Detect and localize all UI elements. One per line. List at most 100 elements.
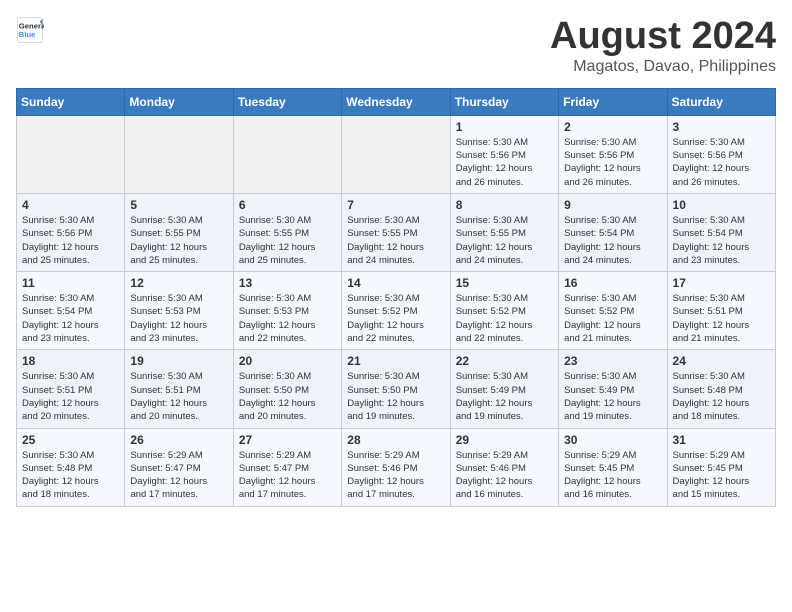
table-row: 12 Sunrise: 5:30 AM Sunset: 5:53 PM Dayli…	[125, 272, 233, 350]
day-number: 9	[564, 198, 661, 212]
day-info: Sunrise: 5:30 AM Sunset: 5:48 PM Dayligh…	[22, 449, 119, 502]
logo-icon: General Blue	[16, 16, 44, 44]
table-row: 25Sunrise: 5:30 AM Sunset: 5:48 PM Dayli…	[17, 428, 125, 506]
day-info: Sunrise: 5:30 AM Sunset: 5:48 PM Dayligh…	[673, 370, 770, 423]
day-number: 5	[130, 198, 227, 212]
title-block: August 2024 Magatos, Davao, Philippines	[550, 16, 776, 76]
page-header: General Blue August 2024 Magatos, Davao,…	[16, 16, 776, 76]
table-row: 22 Sunrise: 5:30 AM Sunset: 5:49 PM Dayli…	[450, 350, 558, 428]
table-row	[233, 115, 341, 193]
table-row: 2Sunrise: 5:30 AM Sunset: 5:56 PM Daylig…	[559, 115, 667, 193]
day-info: Sunrise: 5:30 AM Sunset: 5:53 PM Dayligh…	[130, 292, 227, 345]
day-number: 21	[347, 354, 444, 368]
day-info: Sunrise: 5:30 AM Sunset: 5:54 PM Dayligh…	[564, 214, 661, 267]
day-info: Sunrise: 5:30 AM Sunset: 5:51 PM Dayligh…	[130, 370, 227, 423]
day-info: Sunrise: 5:30 AM Sunset: 5:53 PM Dayligh…	[239, 292, 336, 345]
table-row: 28 Sunrise: 5:29 AM Sunset: 5:46 PM Dayli…	[342, 428, 450, 506]
logo: General Blue	[16, 16, 44, 44]
day-number: 24	[673, 354, 770, 368]
table-row	[17, 115, 125, 193]
day-info: Sunrise: 5:29 AM Sunset: 5:47 PM Dayligh…	[130, 449, 227, 502]
table-row: 29 Sunrise: 5:29 AM Sunset: 5:46 PM Dayli…	[450, 428, 558, 506]
table-row: 20Sunrise: 5:30 AM Sunset: 5:50 PM Dayli…	[233, 350, 341, 428]
svg-text:Blue: Blue	[19, 30, 36, 39]
day-info: Sunrise: 5:30 AM Sunset: 5:56 PM Dayligh…	[22, 214, 119, 267]
day-info: Sunrise: 5:30 AM Sunset: 5:54 PM Dayligh…	[673, 214, 770, 267]
day-number: 22	[456, 354, 553, 368]
table-row: 1Sunrise: 5:30 AM Sunset: 5:56 PM Daylig…	[450, 115, 558, 193]
header-sunday: Sunday	[17, 88, 125, 115]
day-number: 1	[456, 120, 553, 134]
calendar-title: August 2024	[550, 16, 776, 58]
day-info: Sunrise: 5:30 AM Sunset: 5:55 PM Dayligh…	[347, 214, 444, 267]
day-number: 2	[564, 120, 661, 134]
day-number: 8	[456, 198, 553, 212]
table-row: 26Sunrise: 5:29 AM Sunset: 5:47 PM Dayli…	[125, 428, 233, 506]
table-row	[342, 115, 450, 193]
table-row	[125, 115, 233, 193]
day-number: 30	[564, 433, 661, 447]
day-number: 16	[564, 276, 661, 290]
header-saturday: Saturday	[667, 88, 775, 115]
table-row: 14 Sunrise: 5:30 AM Sunset: 5:52 PM Dayli…	[342, 272, 450, 350]
day-info: Sunrise: 5:29 AM Sunset: 5:45 PM Dayligh…	[564, 449, 661, 502]
calendar-subtitle: Magatos, Davao, Philippines	[550, 58, 776, 76]
table-row: 18 Sunrise: 5:30 AM Sunset: 5:51 PM Dayli…	[17, 350, 125, 428]
day-number: 19	[130, 354, 227, 368]
table-row: 24 Sunrise: 5:30 AM Sunset: 5:48 PM Dayli…	[667, 350, 775, 428]
weekday-header-row: Sunday Monday Tuesday Wednesday Thursday…	[17, 88, 776, 115]
day-number: 12	[130, 276, 227, 290]
day-info: Sunrise: 5:30 AM Sunset: 5:49 PM Dayligh…	[564, 370, 661, 423]
table-row: 7 Sunrise: 5:30 AM Sunset: 5:55 PM Daylig…	[342, 193, 450, 271]
day-number: 7	[347, 198, 444, 212]
day-number: 11	[22, 276, 119, 290]
day-info: Sunrise: 5:30 AM Sunset: 5:50 PM Dayligh…	[239, 370, 336, 423]
header-monday: Monday	[125, 88, 233, 115]
week-row-4: 18 Sunrise: 5:30 AM Sunset: 5:51 PM Dayli…	[17, 350, 776, 428]
day-number: 13	[239, 276, 336, 290]
week-row-3: 11Sunrise: 5:30 AM Sunset: 5:54 PM Dayli…	[17, 272, 776, 350]
table-row: 19 Sunrise: 5:30 AM Sunset: 5:51 PM Dayli…	[125, 350, 233, 428]
day-number: 3	[673, 120, 770, 134]
day-info: Sunrise: 5:30 AM Sunset: 5:50 PM Dayligh…	[347, 370, 444, 423]
day-info: Sunrise: 5:30 AM Sunset: 5:55 PM Dayligh…	[456, 214, 553, 267]
table-row: 27 Sunrise: 5:29 AM Sunset: 5:47 PM Dayli…	[233, 428, 341, 506]
day-number: 17	[673, 276, 770, 290]
header-friday: Friday	[559, 88, 667, 115]
day-info: Sunrise: 5:29 AM Sunset: 5:46 PM Dayligh…	[347, 449, 444, 502]
day-info: Sunrise: 5:30 AM Sunset: 5:55 PM Dayligh…	[239, 214, 336, 267]
day-number: 14	[347, 276, 444, 290]
table-row: 11Sunrise: 5:30 AM Sunset: 5:54 PM Dayli…	[17, 272, 125, 350]
table-row: 23 Sunrise: 5:30 AM Sunset: 5:49 PM Dayli…	[559, 350, 667, 428]
day-number: 18	[22, 354, 119, 368]
day-number: 29	[456, 433, 553, 447]
header-tuesday: Tuesday	[233, 88, 341, 115]
table-row: 10Sunrise: 5:30 AM Sunset: 5:54 PM Dayli…	[667, 193, 775, 271]
table-row: 31Sunrise: 5:29 AM Sunset: 5:45 PM Dayli…	[667, 428, 775, 506]
day-number: 23	[564, 354, 661, 368]
svg-text:General: General	[19, 22, 44, 31]
day-number: 4	[22, 198, 119, 212]
day-info: Sunrise: 5:29 AM Sunset: 5:45 PM Dayligh…	[673, 449, 770, 502]
table-row: 9 Sunrise: 5:30 AM Sunset: 5:54 PM Daylig…	[559, 193, 667, 271]
day-number: 28	[347, 433, 444, 447]
table-row: 13 Sunrise: 5:30 AM Sunset: 5:53 PM Dayli…	[233, 272, 341, 350]
table-row: 5Sunrise: 5:30 AM Sunset: 5:55 PM Daylig…	[125, 193, 233, 271]
table-row: 21 Sunrise: 5:30 AM Sunset: 5:50 PM Dayli…	[342, 350, 450, 428]
table-row: 8 Sunrise: 5:30 AM Sunset: 5:55 PM Daylig…	[450, 193, 558, 271]
day-info: Sunrise: 5:30 AM Sunset: 5:49 PM Dayligh…	[456, 370, 553, 423]
week-row-1: 1 Sunrise: 5:30 AM Sunset: 5:56 PM Daylig…	[17, 115, 776, 193]
day-info: Sunrise: 5:29 AM Sunset: 5:46 PM Dayligh…	[456, 449, 553, 502]
day-info: Sunrise: 5:30 AM Sunset: 5:56 PM Dayligh…	[673, 136, 770, 189]
day-number: 6	[239, 198, 336, 212]
day-info: Sunrise: 5:30 AM Sunset: 5:52 PM Dayligh…	[347, 292, 444, 345]
day-info: Sunrise: 5:29 AM Sunset: 5:47 PM Dayligh…	[239, 449, 336, 502]
day-info: Sunrise: 5:30 AM Sunset: 5:51 PM Dayligh…	[22, 370, 119, 423]
table-row: 16Sunrise: 5:30 AM Sunset: 5:52 PM Dayli…	[559, 272, 667, 350]
week-row-2: 4 Sunrise: 5:30 AM Sunset: 5:56 PM Daylig…	[17, 193, 776, 271]
table-row: 15Sunrise: 5:30 AM Sunset: 5:52 PM Dayli…	[450, 272, 558, 350]
day-number: 27	[239, 433, 336, 447]
table-row: 4 Sunrise: 5:30 AM Sunset: 5:56 PM Daylig…	[17, 193, 125, 271]
table-row: 17Sunrise: 5:30 AM Sunset: 5:51 PM Dayli…	[667, 272, 775, 350]
header-thursday: Thursday	[450, 88, 558, 115]
